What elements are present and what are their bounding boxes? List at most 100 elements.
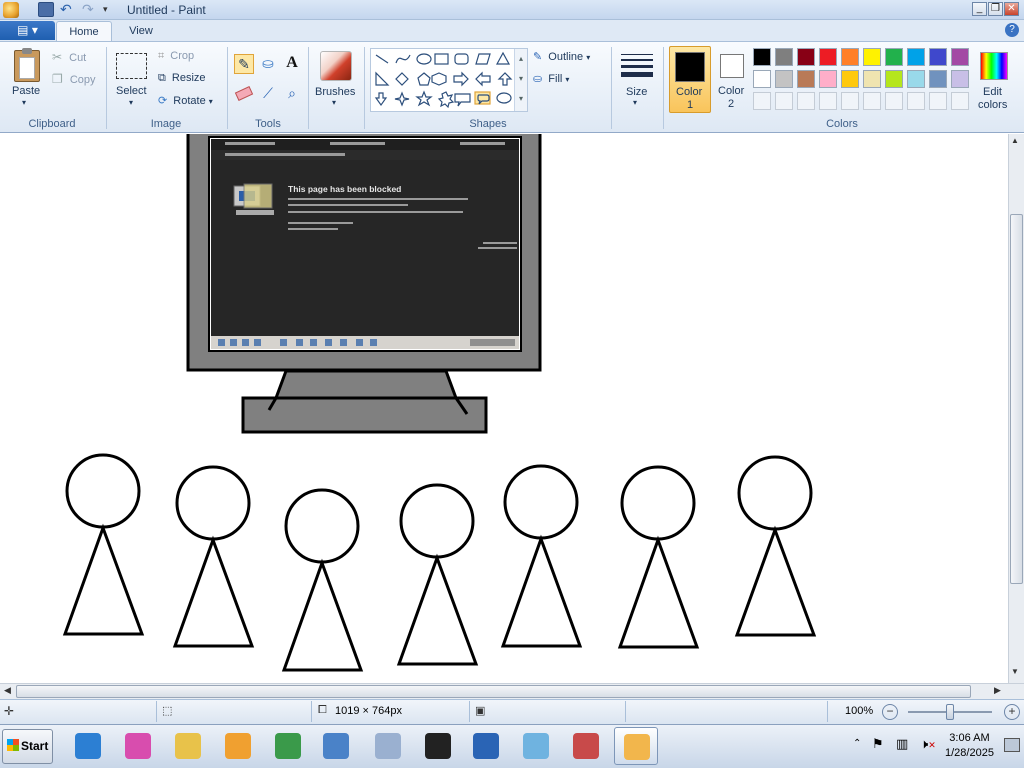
show-hidden-icons[interactable]: ⌃ [853, 738, 861, 749]
scroll-thumb[interactable] [1010, 214, 1023, 584]
color-swatch[interactable] [929, 70, 947, 88]
paint-app-icon[interactable] [3, 2, 19, 18]
paste-button[interactable]: Paste ▾ [8, 48, 46, 108]
color-swatch[interactable] [951, 48, 969, 66]
colors-group-label: Colors [826, 118, 858, 130]
color-swatch[interactable] [885, 48, 903, 66]
scroll-up-icon[interactable]: ▲ [1011, 136, 1019, 145]
color2-button[interactable]: Color 2 [712, 46, 752, 113]
custom-color-slot[interactable] [819, 92, 837, 110]
start-label: Start [21, 739, 49, 753]
color-palette [753, 48, 973, 114]
color-swatch[interactable] [819, 48, 837, 66]
edit-colors-button[interactable]: Edit colors [975, 48, 1013, 112]
taskbar-button[interactable] [66, 727, 110, 765]
help-button[interactable]: ? [1005, 23, 1019, 37]
close-button[interactable]: ✕ [1004, 2, 1019, 16]
start-button[interactable]: Start [2, 729, 53, 764]
zoom-slider[interactable] [908, 704, 992, 720]
color-swatch[interactable] [929, 48, 947, 66]
status-divider [827, 701, 828, 722]
taskbar-button[interactable] [216, 727, 260, 765]
scroll-left-icon[interactable]: ◀ [4, 685, 11, 696]
custom-color-slot[interactable] [863, 92, 881, 110]
paint-menu-button[interactable]: ▤ ▾ [0, 21, 55, 40]
color-swatch[interactable] [753, 70, 771, 88]
clipboard-icon [14, 48, 40, 82]
taskbar-button[interactable] [464, 727, 508, 765]
cd-burner-icon [375, 733, 401, 759]
taskbar-button[interactable] [614, 727, 658, 765]
custom-color-slot[interactable] [907, 92, 925, 110]
minimize-button[interactable]: _ [972, 2, 987, 16]
zoom-out-button[interactable]: − [882, 704, 898, 720]
taskbar-button[interactable] [416, 727, 460, 765]
color1-swatch [675, 52, 705, 82]
color1-number: 1 [687, 99, 694, 111]
system-clock[interactable]: 3:06 AM 1/28/2025 [945, 731, 994, 761]
edit-colors-line1: Edit [983, 86, 1002, 98]
file-transfer-icon [473, 733, 499, 759]
vertical-scrollbar[interactable]: ▲ ▼ [1008, 134, 1024, 683]
file-explorer-icon [175, 733, 201, 759]
zoom-in-button[interactable]: + [1004, 704, 1020, 720]
cursor-position-icon: ✛ [4, 704, 15, 718]
color-swatch[interactable] [951, 70, 969, 88]
color-swatch[interactable] [885, 70, 903, 88]
color-swatch[interactable] [863, 48, 881, 66]
taskbar-button[interactable] [314, 727, 358, 765]
action-center-icon[interactable]: ⚑ [872, 736, 884, 752]
color-swatch[interactable] [907, 70, 925, 88]
show-desktop-button[interactable] [1004, 738, 1020, 752]
scroll-down-icon[interactable]: ▼ [1011, 667, 1019, 676]
taskbar-button[interactable] [266, 727, 310, 765]
scroll-right-icon[interactable]: ▶ [994, 685, 1001, 696]
zoom-slider-thumb[interactable] [946, 704, 954, 720]
clock-time: 3:06 AM [949, 732, 990, 744]
color2-swatch [720, 54, 744, 78]
taskbar-button[interactable] [166, 727, 210, 765]
color-swatch[interactable] [753, 48, 771, 66]
color1-label: Color [676, 86, 703, 98]
taskbar-button[interactable] [116, 727, 160, 765]
custom-color-slot[interactable] [885, 92, 903, 110]
clock-date: 1/28/2025 [945, 747, 994, 759]
color-swatch[interactable] [819, 70, 837, 88]
color-swatch[interactable] [841, 48, 859, 66]
color-swatch[interactable] [775, 48, 793, 66]
taskbar-button[interactable] [514, 727, 558, 765]
color-swatch[interactable] [797, 48, 815, 66]
globe-app-icon [275, 733, 301, 759]
chevron-down-icon: ▾ [22, 98, 27, 107]
custom-color-slot[interactable] [797, 92, 815, 110]
restore-button[interactable]: ❐ [988, 2, 1003, 16]
paste-label: Paste [12, 85, 41, 97]
notepad-icon [523, 733, 549, 759]
figure-7 [734, 455, 817, 637]
color-swatch[interactable] [907, 48, 925, 66]
color-swatch[interactable] [841, 70, 859, 88]
fox-app-icon [125, 733, 151, 759]
scissors-icon: ✂ [52, 50, 63, 64]
custom-color-slot[interactable] [951, 92, 969, 110]
color-swatch[interactable] [863, 70, 881, 88]
copy-icon: ❐ [52, 72, 63, 86]
save-icon[interactable] [38, 2, 54, 17]
taskbar-button[interactable] [564, 727, 608, 765]
color-swatch[interactable] [797, 70, 815, 88]
paint-menu-icon: ▤ ▾ [17, 23, 38, 37]
windows-logo-icon [7, 739, 19, 751]
media-player-icon [225, 733, 251, 759]
custom-color-slot[interactable] [929, 92, 947, 110]
custom-color-slot[interactable] [775, 92, 793, 110]
color-swatch[interactable] [775, 70, 793, 88]
network-icon[interactable]: ▥ [896, 736, 908, 752]
color1-button[interactable]: Color 1 [669, 46, 711, 113]
volume-muted-icon[interactable]: 🕨✕ [920, 736, 936, 752]
taskbar-button[interactable] [366, 727, 410, 765]
paint-icon [624, 734, 650, 760]
edit-colors-line2: colors [978, 99, 1008, 111]
custom-color-slot[interactable] [753, 92, 771, 110]
network-app-icon [323, 733, 349, 759]
custom-color-slot[interactable] [841, 92, 859, 110]
